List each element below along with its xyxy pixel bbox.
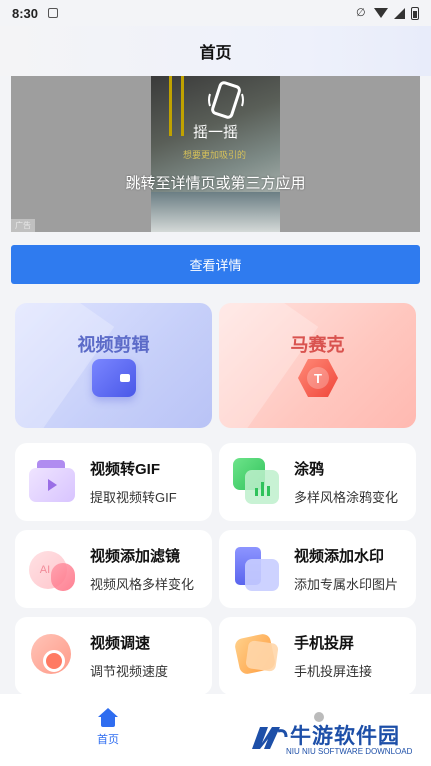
video-edit-label: 视频剪辑 xyxy=(77,335,150,355)
mosaic-card[interactable]: 马赛克 T xyxy=(219,303,416,428)
video-edit-icon xyxy=(92,359,136,399)
status-time: 8:30 xyxy=(12,5,39,21)
tool-name: 手机投屏 xyxy=(294,635,355,652)
view-details-button[interactable]: 查看详情 xyxy=(11,245,420,284)
tool-name: 涂鸦 xyxy=(294,461,325,478)
watermark-sub: NIU NIU SOFTWARE DOWNLOAD xyxy=(286,747,413,756)
tool-name: 视频转GIF xyxy=(90,461,160,478)
mute-icon: ∅ xyxy=(356,7,366,19)
home-icon xyxy=(98,708,118,728)
status-icons: ∅ xyxy=(356,6,419,20)
notification-icon xyxy=(48,8,59,18)
tool-desc: 视频风格多样变化 xyxy=(90,577,195,592)
ad-caption: 跳转至详情页或第三方应用 xyxy=(125,175,306,192)
tool-desc: 多样风格涂鸦变化 xyxy=(294,490,399,505)
mosaic-label: 马赛克 xyxy=(290,335,345,355)
tool-add-watermark[interactable]: 视频添加水印 添加专属水印图片 xyxy=(219,530,416,608)
ad-shake-text: 摇一摇 xyxy=(192,124,238,141)
ad-tag: 广告 xyxy=(11,219,35,232)
tool-add-filter[interactable]: AI 视频添加滤镜 视频风格多样变化 xyxy=(15,530,212,608)
watermark-logo-icon xyxy=(252,727,288,749)
battery-icon xyxy=(411,6,419,20)
screen-cast-icon xyxy=(233,632,281,680)
video-gif-icon xyxy=(29,458,77,506)
tab-home-label: 首页 xyxy=(97,734,119,746)
signal-icon xyxy=(394,7,405,19)
mosaic-icon: T xyxy=(296,359,340,399)
tool-name: 视频添加水印 xyxy=(294,548,385,565)
ad-photo-detail xyxy=(151,192,280,232)
status-bar: 8:30 ∅ xyxy=(0,0,431,26)
speed-icon xyxy=(29,632,77,680)
wifi-icon xyxy=(374,8,388,18)
tool-video-to-gif[interactable]: 视频转GIF 提取视频转GIF xyxy=(15,443,212,521)
tool-screen-cast[interactable]: 手机投屏 手机投屏连接 xyxy=(219,617,416,695)
tool-desc: 手机投屏连接 xyxy=(294,664,373,679)
video-edit-card[interactable]: 视频剪辑 xyxy=(15,303,212,428)
site-watermark: 牛游软件园 NIU NIU SOFTWARE DOWNLOAD xyxy=(248,720,418,760)
doodle-icon xyxy=(233,458,281,506)
ad-banner[interactable]: 摇一摇 想要更加吸引的 跳转至详情页或第三方应用 广告 xyxy=(11,76,420,232)
tool-doodle[interactable]: 涂鸦 多样风格涂鸦变化 xyxy=(219,443,416,521)
tool-desc: 提取视频转GIF xyxy=(90,490,177,505)
page-header: 首页 xyxy=(0,26,431,76)
mosaic-icon-shape: T xyxy=(298,359,338,397)
shake-phone-icon xyxy=(208,81,244,119)
tool-desc: 调节视频速度 xyxy=(90,664,169,679)
mosaic-icon-letter: T xyxy=(307,367,329,389)
tab-home[interactable]: 首页 xyxy=(86,708,130,747)
filter-icon: AI xyxy=(29,545,77,593)
watermark-icon xyxy=(233,545,281,593)
tool-speed[interactable]: 视频调速 调节视频速度 xyxy=(15,617,212,695)
video-edit-icon-shape xyxy=(92,359,136,397)
tool-name: 视频调速 xyxy=(90,635,151,652)
ad-photo-text: 想要更加吸引的 xyxy=(183,150,247,160)
tool-desc: 添加专属水印图片 xyxy=(294,577,399,592)
tool-name: 视频添加滤镜 xyxy=(90,548,181,565)
watermark-name: 牛游软件园 xyxy=(290,725,400,748)
page-title: 首页 xyxy=(199,45,232,62)
